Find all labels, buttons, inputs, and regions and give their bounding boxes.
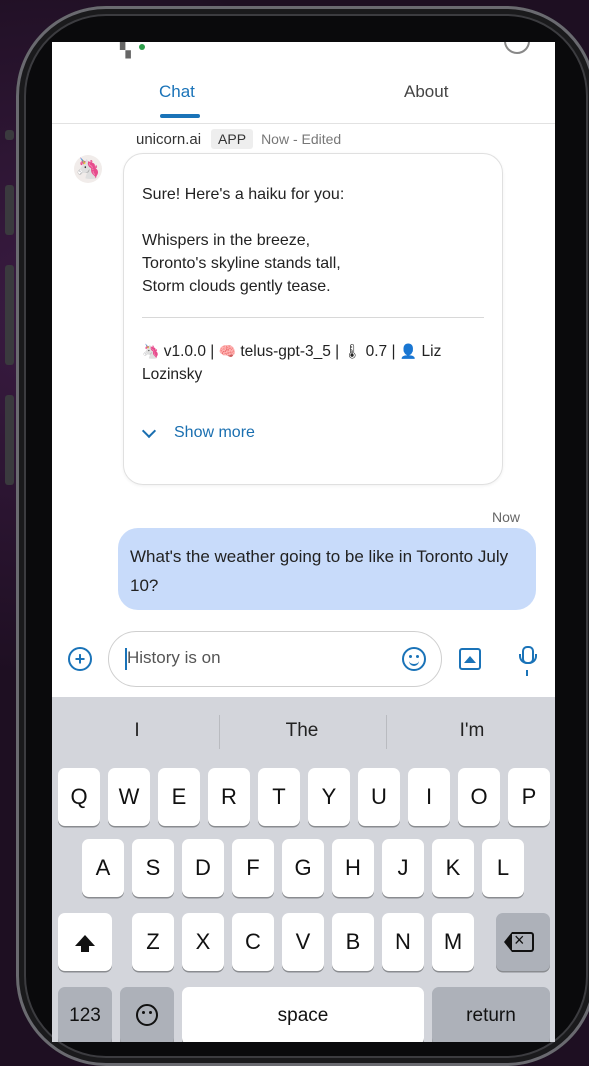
backspace-icon (504, 928, 534, 952)
keyboard: I The I'm Q W E R T Y U I O P A S D F G … (52, 697, 555, 1042)
space-key[interactable]: space (182, 987, 424, 1042)
image-icon[interactable] (459, 648, 481, 670)
key-b[interactable]: B (332, 913, 374, 971)
key-a[interactable]: A (82, 839, 124, 897)
key-e[interactable]: E (158, 768, 200, 826)
key-n[interactable]: N (382, 913, 424, 971)
haiku-text: Whispers in the breeze, Toronto's skylin… (142, 229, 341, 298)
author-label: Liz (421, 343, 442, 360)
tab-indicator (160, 114, 200, 118)
key-o[interactable]: O (458, 768, 500, 826)
app-badge: APP (211, 129, 254, 149)
key-k[interactable]: K (432, 839, 474, 897)
key-u[interactable]: U (358, 768, 400, 826)
haiku-line: Storm clouds gently tease. (142, 278, 331, 295)
app-screen: ▚ Chat About 🦄 unicorn.ai APP Now - Edit… (52, 42, 555, 1042)
suggestion-3[interactable]: I'm (442, 720, 502, 742)
message-timestamp: Now - Edited (261, 131, 342, 147)
key-c[interactable]: C (232, 913, 274, 971)
author-label-cont: Lozinsky (142, 366, 203, 383)
key-i[interactable]: I (408, 768, 450, 826)
tab-chat[interactable]: Chat (159, 82, 195, 102)
message-input[interactable]: History is on (108, 631, 442, 687)
key-g[interactable]: G (282, 839, 324, 897)
bot-avatar: 🦄 (74, 155, 102, 183)
key-h[interactable]: H (332, 839, 374, 897)
shift-arrow-icon (75, 935, 95, 952)
shift-key[interactable] (58, 913, 112, 971)
key-t[interactable]: T (258, 768, 300, 826)
volume-down-button (5, 265, 14, 365)
bot-message-card: Sure! Here's a haiku for you: Whispers i… (123, 153, 503, 485)
suggestion-2[interactable]: The (272, 720, 332, 742)
suggestion-1[interactable]: I (112, 720, 162, 742)
person-icon: 👤 (399, 343, 418, 359)
key-l[interactable]: L (482, 839, 524, 897)
signal-icon: ▚ (120, 42, 131, 58)
tab-divider (52, 123, 555, 124)
key-x[interactable]: X (182, 913, 224, 971)
key-w[interactable]: W (108, 768, 150, 826)
key-r[interactable]: R (208, 768, 250, 826)
add-icon[interactable]: + (68, 647, 92, 671)
key-m[interactable]: M (432, 913, 474, 971)
haiku-line: Toronto's skyline stands tall, (142, 255, 341, 272)
sender-name: unicorn.ai (136, 130, 202, 148)
numbers-key[interactable]: 123 (58, 987, 112, 1042)
version-label: v1.0.0 | (163, 343, 215, 360)
status-dot (139, 44, 145, 50)
key-q[interactable]: Q (58, 768, 100, 826)
card-divider (142, 317, 484, 318)
key-s[interactable]: S (132, 839, 174, 897)
haiku-intro: Sure! Here's a haiku for you: (142, 186, 345, 203)
brain-icon: 🧠 (218, 343, 237, 359)
backspace-key[interactable] (496, 913, 550, 971)
suggestion-divider (386, 715, 387, 749)
user-message-bubble: What's the weather going to be like in T… (118, 528, 536, 610)
emoji-key[interactable] (120, 987, 174, 1042)
tab-about[interactable]: About (404, 82, 448, 102)
thermometer-icon: 🌡 (343, 343, 362, 359)
key-v[interactable]: V (282, 913, 324, 971)
show-more-label: Show more (174, 424, 255, 441)
emoji-icon[interactable] (402, 647, 426, 671)
user-message-time: Now (492, 509, 521, 525)
haiku-line: Whispers in the breeze, (142, 232, 311, 249)
message-metadata: 🦄 v1.0.0 | 🧠 telus-gpt-3_5 | 🌡 0.7 | 👤 L… (142, 340, 487, 386)
bot-message-header: unicorn.ai APP Now - Edited (136, 129, 341, 149)
emoji-keyboard-icon (136, 1004, 158, 1026)
key-j[interactable]: J (382, 839, 424, 897)
model-label: telus-gpt-3_5 | (240, 343, 340, 360)
volume-up-button (5, 185, 14, 235)
side-button (5, 130, 14, 140)
temperature-label: 0.7 | (365, 343, 396, 360)
key-d[interactable]: D (182, 839, 224, 897)
key-p[interactable]: P (508, 768, 550, 826)
microphone-icon[interactable] (519, 646, 537, 664)
user-message-text: What's the weather going to be like in T… (130, 547, 509, 595)
key-z[interactable]: Z (132, 913, 174, 971)
power-button (5, 395, 14, 485)
suggestion-divider (219, 715, 220, 749)
show-more-button[interactable]: Show more (141, 423, 255, 442)
key-f[interactable]: F (232, 839, 274, 897)
account-icon[interactable] (504, 42, 530, 54)
chevron-down-icon (141, 423, 157, 438)
microphone-stem (526, 670, 528, 676)
key-y[interactable]: Y (308, 768, 350, 826)
input-placeholder: History is on (127, 648, 221, 667)
return-key[interactable]: return (432, 987, 550, 1042)
unicorn-icon: 🦄 (142, 343, 160, 359)
